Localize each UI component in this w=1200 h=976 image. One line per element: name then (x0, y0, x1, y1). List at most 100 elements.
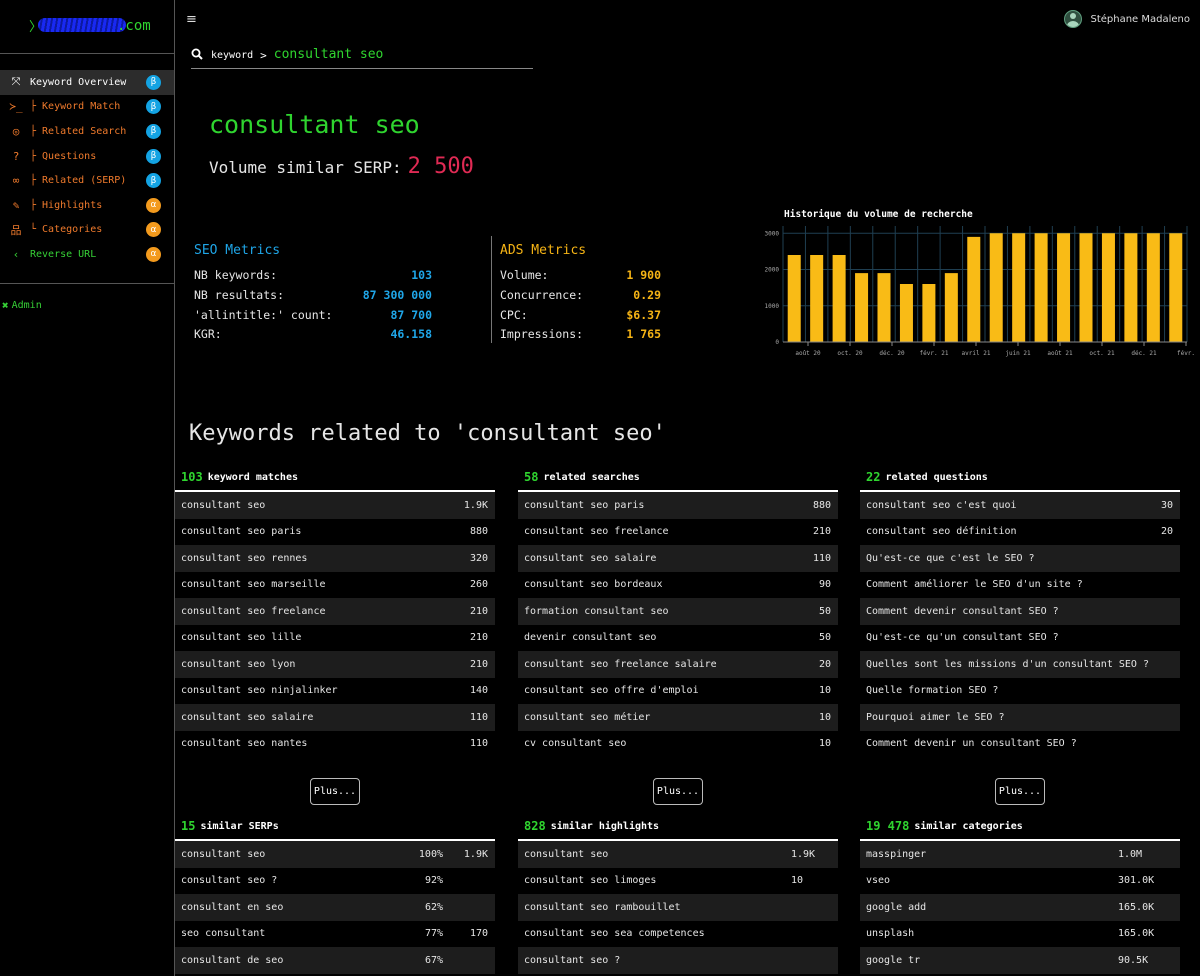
sidebar-item-reverse-url[interactable]: ‹ Reverse URL α (0, 242, 174, 267)
search-bar[interactable]: keyword > consultant seo (191, 46, 533, 69)
table-row[interactable]: devenir consultant seo 50 (518, 625, 838, 652)
row-keyword[interactable]: masspinger (866, 849, 926, 860)
row-keyword[interactable]: cv consultant seo (524, 738, 626, 749)
table-row[interactable]: google tr 90.5K (860, 947, 1180, 974)
row-keyword[interactable]: google tr (866, 955, 920, 966)
row-keyword[interactable]: consultant seo ? (181, 875, 277, 886)
table-row[interactable]: consultant seo nantes 110 (175, 731, 495, 758)
row-keyword[interactable]: Qu'est-ce que c'est le SEO ? (866, 553, 1035, 564)
row-keyword[interactable]: Comment devenir consultant SEO ? (866, 606, 1059, 617)
row-keyword[interactable]: consultant seo rennes (181, 553, 307, 564)
table-row[interactable]: consultant seo lyon 210 (175, 651, 495, 678)
row-keyword[interactable]: seo consultant (181, 928, 265, 939)
table-row[interactable]: Qu'est-ce que c'est le SEO ? (860, 545, 1180, 572)
row-keyword[interactable]: unsplash (866, 928, 914, 939)
more-button[interactable]: Plus... (995, 778, 1045, 805)
table-row[interactable]: consultant seo paris 880 (518, 492, 838, 519)
row-keyword[interactable]: consultant en seo (181, 902, 283, 913)
row-keyword[interactable]: formation consultant seo (524, 606, 669, 617)
row-keyword[interactable]: consultant seo définition (866, 526, 1017, 537)
row-keyword[interactable]: consultant seo freelance (524, 526, 669, 537)
search-crumb[interactable]: keyword (211, 50, 253, 61)
row-keyword[interactable]: consultant seo salaire (524, 553, 656, 564)
table-row[interactable]: Comment devenir un consultant SEO ? (860, 731, 1180, 758)
table-row[interactable]: consultant seo 100% 1.9K (175, 841, 495, 868)
row-keyword[interactable]: consultant seo (181, 849, 265, 860)
row-keyword[interactable]: Comment devenir un consultant SEO ? (866, 738, 1077, 749)
logo[interactable]: 〉 .com (0, 0, 174, 54)
table-row[interactable]: consultant seo rennes 320 (175, 545, 495, 572)
row-keyword[interactable]: consultant seo métier (524, 712, 650, 723)
table-row[interactable]: Comment devenir consultant SEO ? (860, 598, 1180, 625)
table-row[interactable]: consultant seo bordeaux 90 (518, 572, 838, 599)
row-keyword[interactable]: consultant seo offre d'emploi (524, 685, 699, 696)
row-keyword[interactable]: consultant seo nantes (181, 738, 307, 749)
table-row[interactable]: consultant seo 1.9K (175, 492, 495, 519)
row-keyword[interactable]: consultant seo paris (524, 500, 644, 511)
table-row[interactable]: vseo 301.0K (860, 868, 1180, 895)
row-keyword[interactable]: Quelles sont les missions d'un consultan… (866, 659, 1149, 670)
table-row[interactable]: Quelles sont les missions d'un consultan… (860, 651, 1180, 678)
sidebar-item-categories[interactable]: 品 └ Categories α (0, 218, 174, 243)
table-row[interactable]: consultant seo rambouillet (518, 894, 838, 921)
row-keyword[interactable]: consultant seo marseille (181, 579, 326, 590)
table-row[interactable]: Qu'est-ce qu'un consultant SEO ? (860, 625, 1180, 652)
sidebar-item-highlights[interactable]: ✎ ├ Highlights α (0, 193, 174, 218)
row-keyword[interactable]: consultant seo lyon (181, 659, 295, 670)
table-row[interactable]: Comment améliorer le SEO d'un site ? (860, 572, 1180, 599)
admin-link[interactable]: ✖ Admin (2, 299, 42, 312)
table-row[interactable]: consultant de seo 67% (175, 947, 495, 974)
row-keyword[interactable]: Quelle formation SEO ? (866, 685, 998, 696)
sidebar-item-questions[interactable]: ? ├ Questions β (0, 144, 174, 169)
row-keyword[interactable]: consultant seo (181, 500, 265, 511)
table-row[interactable]: consultant seo offre d'emploi 10 (518, 678, 838, 705)
table-row[interactable]: unsplash 165.0K (860, 921, 1180, 948)
table-row[interactable]: consultant seo ? (518, 947, 838, 974)
table-row[interactable]: cv consultant seo 10 (518, 731, 838, 758)
row-keyword[interactable]: devenir consultant seo (524, 632, 656, 643)
table-row[interactable]: consultant seo salaire 110 (175, 704, 495, 731)
row-keyword[interactable]: consultant seo salaire (181, 712, 313, 723)
search-query[interactable]: consultant seo (274, 47, 384, 62)
table-row[interactable]: formation consultant seo 50 (518, 598, 838, 625)
table-row[interactable]: consultant seo c'est quoi 30 (860, 492, 1180, 519)
sidebar-item-keyword-overview[interactable]: ⤧ Keyword Overview β (0, 70, 174, 95)
more-button[interactable]: Plus... (310, 778, 360, 805)
table-row[interactable]: consultant seo définition 20 (860, 519, 1180, 546)
table-row[interactable]: consultant seo 1.9K (518, 841, 838, 868)
row-keyword[interactable]: Comment améliorer le SEO d'un site ? (866, 579, 1083, 590)
row-keyword[interactable]: consultant seo c'est quoi (866, 500, 1017, 511)
row-keyword[interactable]: consultant seo lille (181, 632, 301, 643)
table-row[interactable]: consultant seo métier 10 (518, 704, 838, 731)
table-row[interactable]: seo consultant 77% 170 (175, 921, 495, 948)
table-row[interactable]: google add 165.0K (860, 894, 1180, 921)
table-row[interactable]: consultant seo ninjalinker 140 (175, 678, 495, 705)
row-keyword[interactable]: consultant seo ninjalinker (181, 685, 338, 696)
table-row[interactable]: Pourquoi aimer le SEO ? (860, 704, 1180, 731)
table-row[interactable]: consultant seo salaire 110 (518, 545, 838, 572)
sidebar-item-keyword-match[interactable]: ≻_ ├ Keyword Match β (0, 95, 174, 120)
row-keyword[interactable]: google add (866, 902, 926, 913)
table-row[interactable]: consultant seo freelance 210 (175, 598, 495, 625)
table-row[interactable]: consultant seo paris 880 (175, 519, 495, 546)
row-keyword[interactable]: consultant de seo (181, 955, 283, 966)
row-keyword[interactable]: consultant seo (524, 849, 608, 860)
row-keyword[interactable]: consultant seo sea competences (524, 928, 705, 939)
sidebar-item-related-search[interactable]: ◎ ├ Related Search β (0, 119, 174, 144)
row-keyword[interactable]: consultant seo paris (181, 526, 301, 537)
table-row[interactable]: consultant seo lille 210 (175, 625, 495, 652)
user-menu[interactable]: Stéphane Madaleno (1064, 10, 1190, 28)
table-row[interactable]: consultant seo limoges 10 (518, 868, 838, 895)
table-row[interactable]: consultant seo freelance salaire 20 (518, 651, 838, 678)
row-keyword[interactable]: consultant seo freelance (181, 606, 326, 617)
table-row[interactable]: Quelle formation SEO ? (860, 678, 1180, 705)
table-row[interactable]: consultant seo ? 92% (175, 868, 495, 895)
row-keyword[interactable]: consultant seo bordeaux (524, 579, 662, 590)
row-keyword[interactable]: Pourquoi aimer le SEO ? (866, 712, 1004, 723)
row-keyword[interactable]: vseo (866, 875, 890, 886)
sidebar-item-related-serp[interactable]: ∞ ├ Related (SERP) β (0, 168, 174, 193)
row-keyword[interactable]: consultant seo freelance salaire (524, 659, 717, 670)
menu-toggle-button[interactable]: ≡ (186, 12, 197, 27)
row-keyword[interactable]: Qu'est-ce qu'un consultant SEO ? (866, 632, 1059, 643)
table-row[interactable]: consultant seo freelance 210 (518, 519, 838, 546)
